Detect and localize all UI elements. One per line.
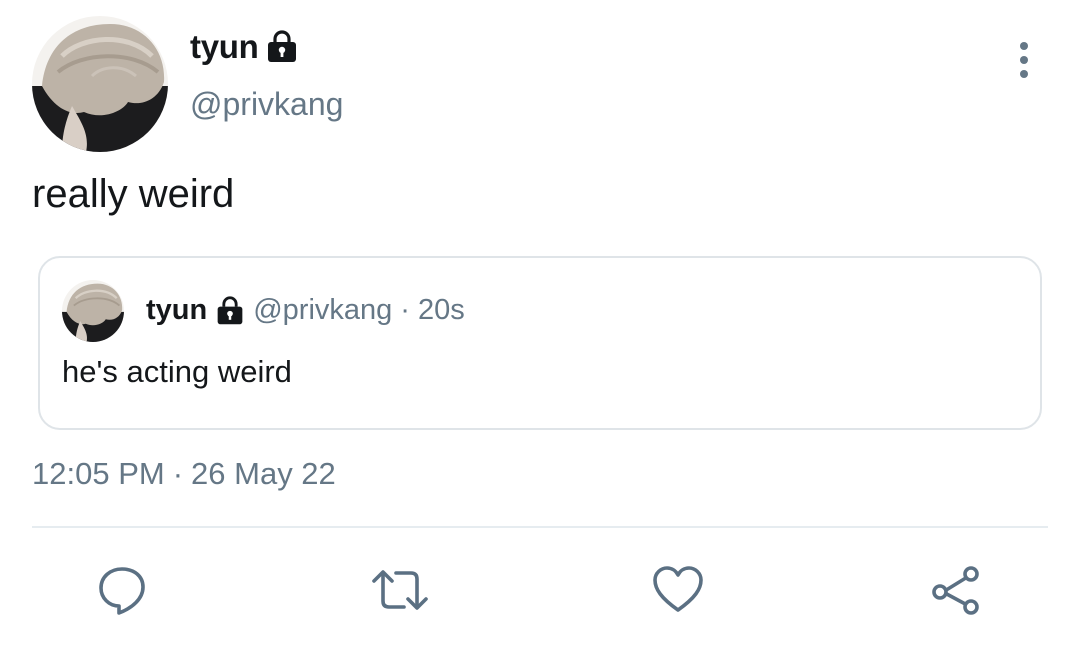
- author-name-row: tyun: [190, 28, 298, 66]
- lock-icon: [215, 295, 245, 326]
- like-button[interactable]: [650, 562, 706, 618]
- author-handle[interactable]: @privkang: [190, 86, 343, 123]
- tweet-time: 12:05 PM: [32, 456, 165, 491]
- tweet-text: really weird: [32, 172, 235, 216]
- quoted-header: tyun @privkang · 20s: [146, 294, 465, 327]
- quoted-timestamp: 20s: [417, 294, 465, 326]
- tweet-card: tyun @privkang really weird tyun @privka…: [0, 0, 1080, 652]
- divider: [32, 526, 1048, 528]
- like-icon: [651, 563, 705, 617]
- quoted-author-avatar: [62, 280, 124, 342]
- tweet-meta: 12:05 PM · 26 May 22: [32, 456, 336, 492]
- quoted-display-name: tyun: [146, 294, 208, 326]
- meta-separator: ·: [172, 456, 184, 491]
- retweet-button[interactable]: [372, 562, 428, 618]
- quoted-handle: @privkang: [253, 294, 393, 326]
- author-avatar[interactable]: [32, 16, 168, 152]
- tweet-date: 26 May 22: [191, 456, 336, 491]
- quoted-text: he's acting weird: [62, 354, 292, 389]
- retweet-icon: [370, 563, 430, 617]
- share-icon: [928, 563, 984, 617]
- lock-icon: [266, 30, 298, 64]
- more-options-icon[interactable]: [1006, 40, 1042, 80]
- quoted-separator: ·: [400, 294, 410, 326]
- share-button[interactable]: [928, 562, 984, 618]
- quoted-tweet[interactable]: tyun @privkang · 20s he's acting weird: [38, 256, 1042, 430]
- reply-icon: [95, 563, 149, 617]
- author-display-name[interactable]: tyun: [190, 28, 259, 66]
- reply-button[interactable]: [94, 562, 150, 618]
